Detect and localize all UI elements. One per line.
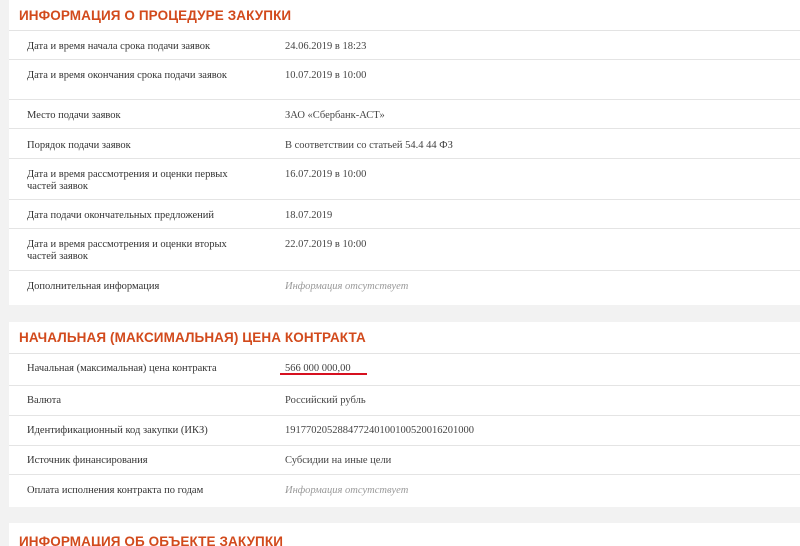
row-label: Оплата исполнения контракта по годам (27, 485, 204, 496)
contract-price-header: НАЧАЛЬНАЯ (МАКСИМАЛЬНАЯ) ЦЕНА КОНТРАКТА (9, 322, 800, 354)
procedure-info-title: ИНФОРМАЦИЯ О ПРОЦЕДУРЕ ЗАКУПКИ (19, 7, 292, 23)
contract-price-title: НАЧАЛЬНАЯ (МАКСИМАЛЬНАЯ) ЦЕНА КОНТРАКТА (19, 330, 366, 345)
row-label: Источник финансирования (27, 455, 148, 466)
table-row: Дата и время рассмотрения и оценки вторы… (9, 229, 800, 271)
row-label: Дата и время рассмотрения и оценки вторы… (27, 239, 227, 262)
table-row: Дополнительная информация Информация отс… (9, 271, 800, 302)
row-value: 18.07.2019 (285, 210, 333, 221)
table-row: Валюта Российский рубль (9, 386, 800, 416)
row-label: Дата и время окончания срока подачи заяв… (27, 70, 228, 81)
row-value: 24.06.2019 в 18:23 (285, 41, 367, 52)
table-row: Порядок подачи заявок В соответствии со … (9, 129, 800, 159)
row-value: Российский рубль (285, 395, 366, 406)
row-label: Дата и время начала срока подачи заявок (27, 41, 211, 52)
row-label: Валюта (27, 395, 62, 406)
table-row: Оплата исполнения контракта по годам Инф… (9, 475, 800, 507)
row-value: В соответствии со статьей 54.4 44 ФЗ (285, 140, 453, 151)
row-label: Идентификационный код закупки (ИКЗ) (27, 425, 208, 436)
table-row: Дата и время начала срока подачи заявок … (9, 31, 800, 60)
object-info-section: ИНФОРМАЦИЯ ОБ ОБЪЕКТЕ ЗАКУПКИ (9, 523, 800, 546)
row-label: Дата подачи окончательных предложений (27, 210, 215, 221)
table-row: Дата и время рассмотрения и оценки первы… (9, 159, 800, 200)
row-value: 16.07.2019 в 10:00 (285, 169, 367, 180)
row-value: 22.07.2019 в 10:00 (285, 239, 367, 250)
row-value: Субсидии на иные цели (285, 455, 392, 466)
procedure-info-header: ИНФОРМАЦИЯ О ПРОЦЕДУРЕ ЗАКУПКИ (9, 0, 800, 31)
row-value: 10.07.2019 в 10:00 (285, 70, 367, 81)
procedure-info-section: ИНФОРМАЦИЯ О ПРОЦЕДУРЕ ЗАКУПКИ Дата и вр… (9, 0, 800, 305)
price-underline (280, 373, 367, 375)
row-value: Информация отсутствует (285, 485, 409, 496)
row-value: 191770205288477240100100520016201000 (285, 425, 474, 436)
object-info-title: ИНФОРМАЦИЯ ОБ ОБЪЕКТЕ ЗАКУПКИ (19, 534, 284, 546)
table-row: Идентификационный код закупки (ИКЗ) 1917… (9, 416, 800, 446)
table-row: Место подачи заявок ЗАО «Сбербанк-АСТ» (9, 100, 800, 129)
page: ИНФОРМАЦИЯ О ПРОЦЕДУРЕ ЗАКУПКИ Дата и вр… (0, 0, 800, 546)
contract-price-section: НАЧАЛЬНАЯ (МАКСИМАЛЬНАЯ) ЦЕНА КОНТРАКТА … (9, 322, 800, 507)
table-row: Дата и время окончания срока подачи заяв… (9, 60, 800, 100)
table-row: Начальная (максимальная) цена контракта … (9, 354, 800, 386)
row-value: ЗАО «Сбербанк-АСТ» (285, 110, 385, 121)
row-label: Дополнительная информация (27, 281, 160, 292)
object-info-header: ИНФОРМАЦИЯ ОБ ОБЪЕКТЕ ЗАКУПКИ (9, 523, 800, 546)
row-label: Порядок подачи заявок (27, 140, 131, 151)
table-row: Дата подачи окончательных предложений 18… (9, 200, 800, 229)
row-label: Место подачи заявок (27, 110, 121, 121)
row-label: Дата и время рассмотрения и оценки первы… (27, 169, 228, 192)
row-label: Начальная (максимальная) цена контракта (27, 363, 217, 374)
row-value: Информация отсутствует (285, 281, 409, 292)
table-row: Источник финансирования Субсидии на иные… (9, 446, 800, 475)
